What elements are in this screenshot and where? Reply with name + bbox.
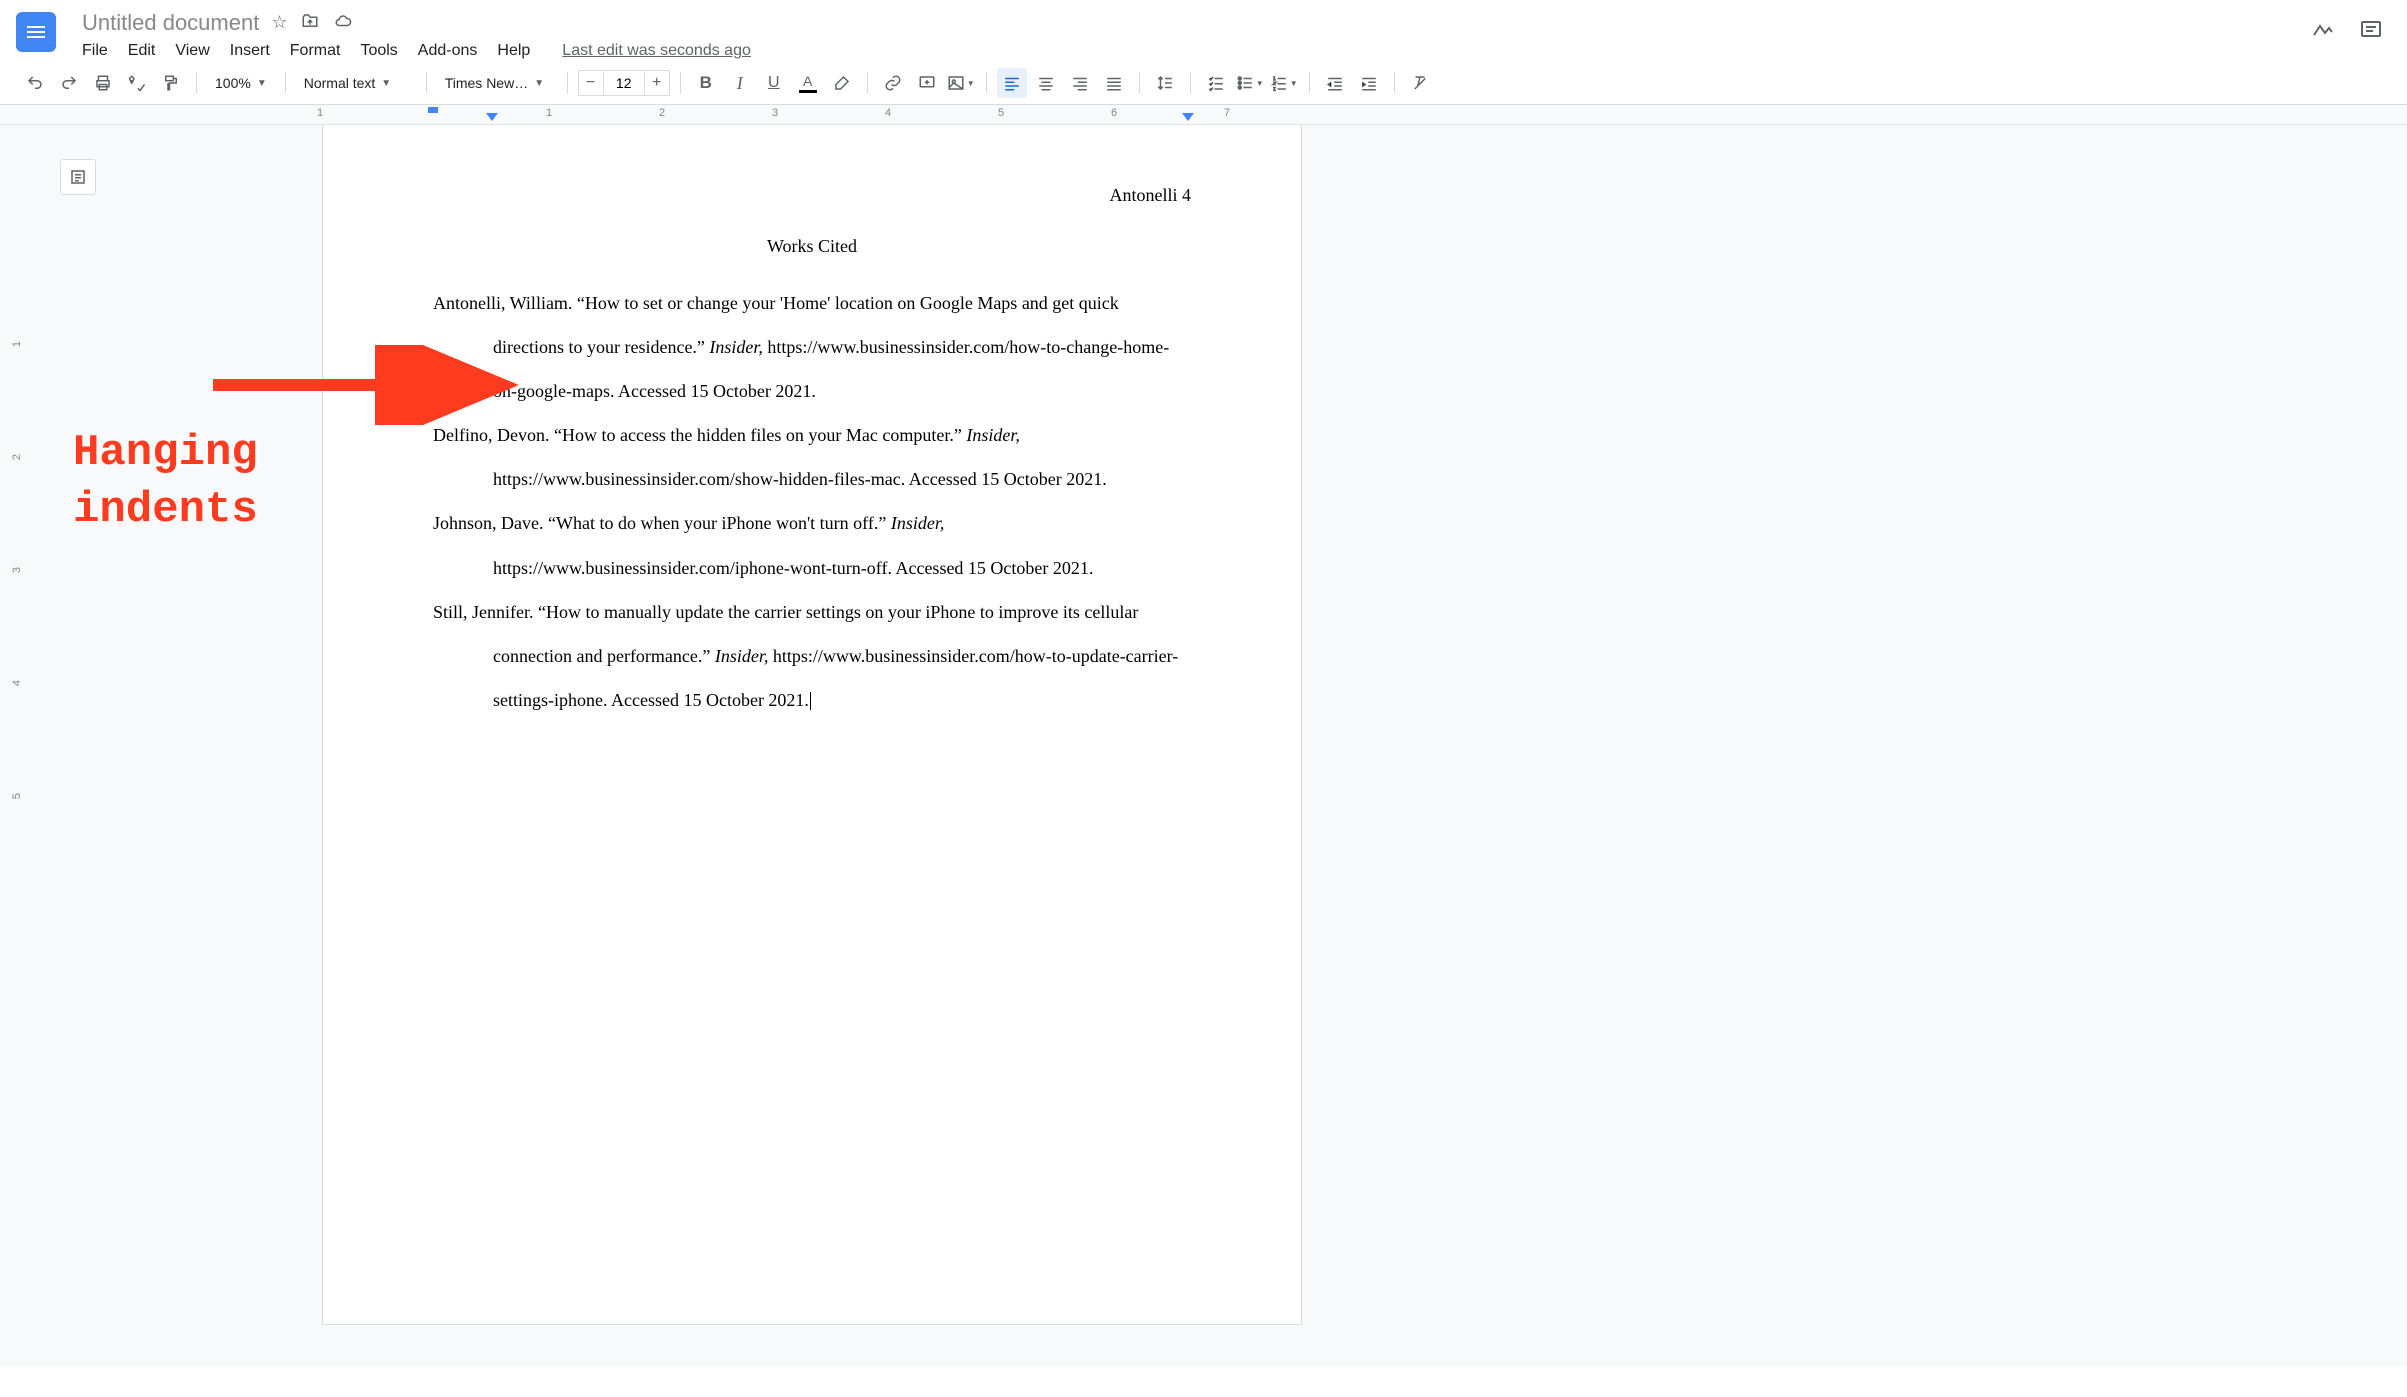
cloud-status-icon[interactable] [333, 12, 353, 35]
menu-view[interactable]: View [175, 42, 209, 60]
font-dropdown[interactable]: Times New…▼ [437, 68, 557, 98]
align-center-button[interactable] [1031, 68, 1061, 98]
horizontal-ruler[interactable]: 1 1 2 3 4 5 6 7 [0, 105, 2407, 125]
text-color-button[interactable]: A [793, 68, 823, 98]
workspace: 1 2 3 4 5 Hangingindents Antonelli 4 Wor… [0, 125, 2407, 1366]
numbered-list-button[interactable]: ▼ [1269, 68, 1299, 98]
insert-image-button[interactable]: ▼ [946, 68, 976, 98]
toolbar: 100%▼ Normal text▼ Times New…▼ − 12 + B … [0, 62, 2407, 105]
decrease-indent-button[interactable] [1320, 68, 1350, 98]
annotation-label: Hangingindents [73, 425, 258, 539]
annotation-arrow [203, 345, 523, 425]
italic-button[interactable]: I [725, 68, 755, 98]
document-title[interactable]: Untitled document [82, 10, 259, 36]
undo-button[interactable] [20, 68, 50, 98]
citation-entry: Antonelli, William. “How to set or chang… [433, 281, 1191, 413]
increase-indent-button[interactable] [1354, 68, 1384, 98]
clear-formatting-button[interactable] [1405, 68, 1435, 98]
print-button[interactable] [88, 68, 118, 98]
last-edit-link[interactable]: Last edit was seconds ago [562, 42, 751, 60]
bulleted-list-button[interactable]: ▼ [1235, 68, 1265, 98]
font-size-value[interactable]: 12 [604, 70, 644, 96]
paint-format-button[interactable] [156, 68, 186, 98]
menu-tools[interactable]: Tools [360, 42, 397, 60]
highlight-button[interactable] [827, 68, 857, 98]
menu-insert[interactable]: Insert [230, 42, 270, 60]
activity-icon[interactable] [2311, 18, 2335, 49]
works-cited-title: Works Cited [433, 236, 1191, 257]
spellcheck-button[interactable] [122, 68, 152, 98]
document-outline-button[interactable] [60, 159, 96, 195]
move-icon[interactable] [301, 12, 319, 35]
paragraph-style-dropdown[interactable]: Normal text▼ [296, 68, 416, 98]
vertical-ruler[interactable]: 1 2 3 4 5 [0, 125, 42, 1366]
redo-button[interactable] [54, 68, 84, 98]
align-left-button[interactable] [997, 68, 1027, 98]
font-size-decrease[interactable]: − [578, 70, 604, 96]
page-header: Antonelli 4 [433, 185, 1191, 206]
zoom-dropdown[interactable]: 100%▼ [207, 68, 275, 98]
menu-addons[interactable]: Add-ons [418, 42, 478, 60]
citation-entry: Still, Jennifer. “How to manually update… [433, 590, 1191, 722]
left-indent-marker[interactable] [486, 113, 498, 121]
menu-format[interactable]: Format [290, 42, 341, 60]
insert-link-button[interactable] [878, 68, 908, 98]
right-indent-marker[interactable] [1182, 113, 1194, 121]
font-size-increase[interactable]: + [644, 70, 670, 96]
align-right-button[interactable] [1065, 68, 1095, 98]
checklist-button[interactable] [1201, 68, 1231, 98]
docs-logo[interactable] [16, 12, 56, 52]
text-cursor [810, 692, 811, 710]
document-page[interactable]: Hangingindents Antonelli 4 Works Cited A… [322, 125, 1302, 1325]
app-header: Untitled document ☆ File Edit View Inser… [0, 0, 2407, 62]
insert-comment-button[interactable] [912, 68, 942, 98]
font-size-control: − 12 + [578, 70, 670, 96]
first-line-indent-marker[interactable] [428, 107, 438, 113]
comments-icon[interactable] [2359, 18, 2383, 49]
align-justify-button[interactable] [1099, 68, 1129, 98]
underline-button[interactable]: U [759, 68, 789, 98]
menu-bar: File Edit View Insert Format Tools Add-o… [76, 40, 2311, 62]
citation-entry: Delfino, Devon. “How to access the hidde… [433, 413, 1191, 501]
menu-file[interactable]: File [82, 42, 108, 60]
bold-button[interactable]: B [691, 68, 721, 98]
star-icon[interactable]: ☆ [271, 12, 287, 35]
menu-help[interactable]: Help [497, 42, 530, 60]
citation-entry: Johnson, Dave. “What to do when your iPh… [433, 501, 1191, 589]
line-spacing-button[interactable] [1150, 68, 1180, 98]
menu-edit[interactable]: Edit [128, 42, 156, 60]
